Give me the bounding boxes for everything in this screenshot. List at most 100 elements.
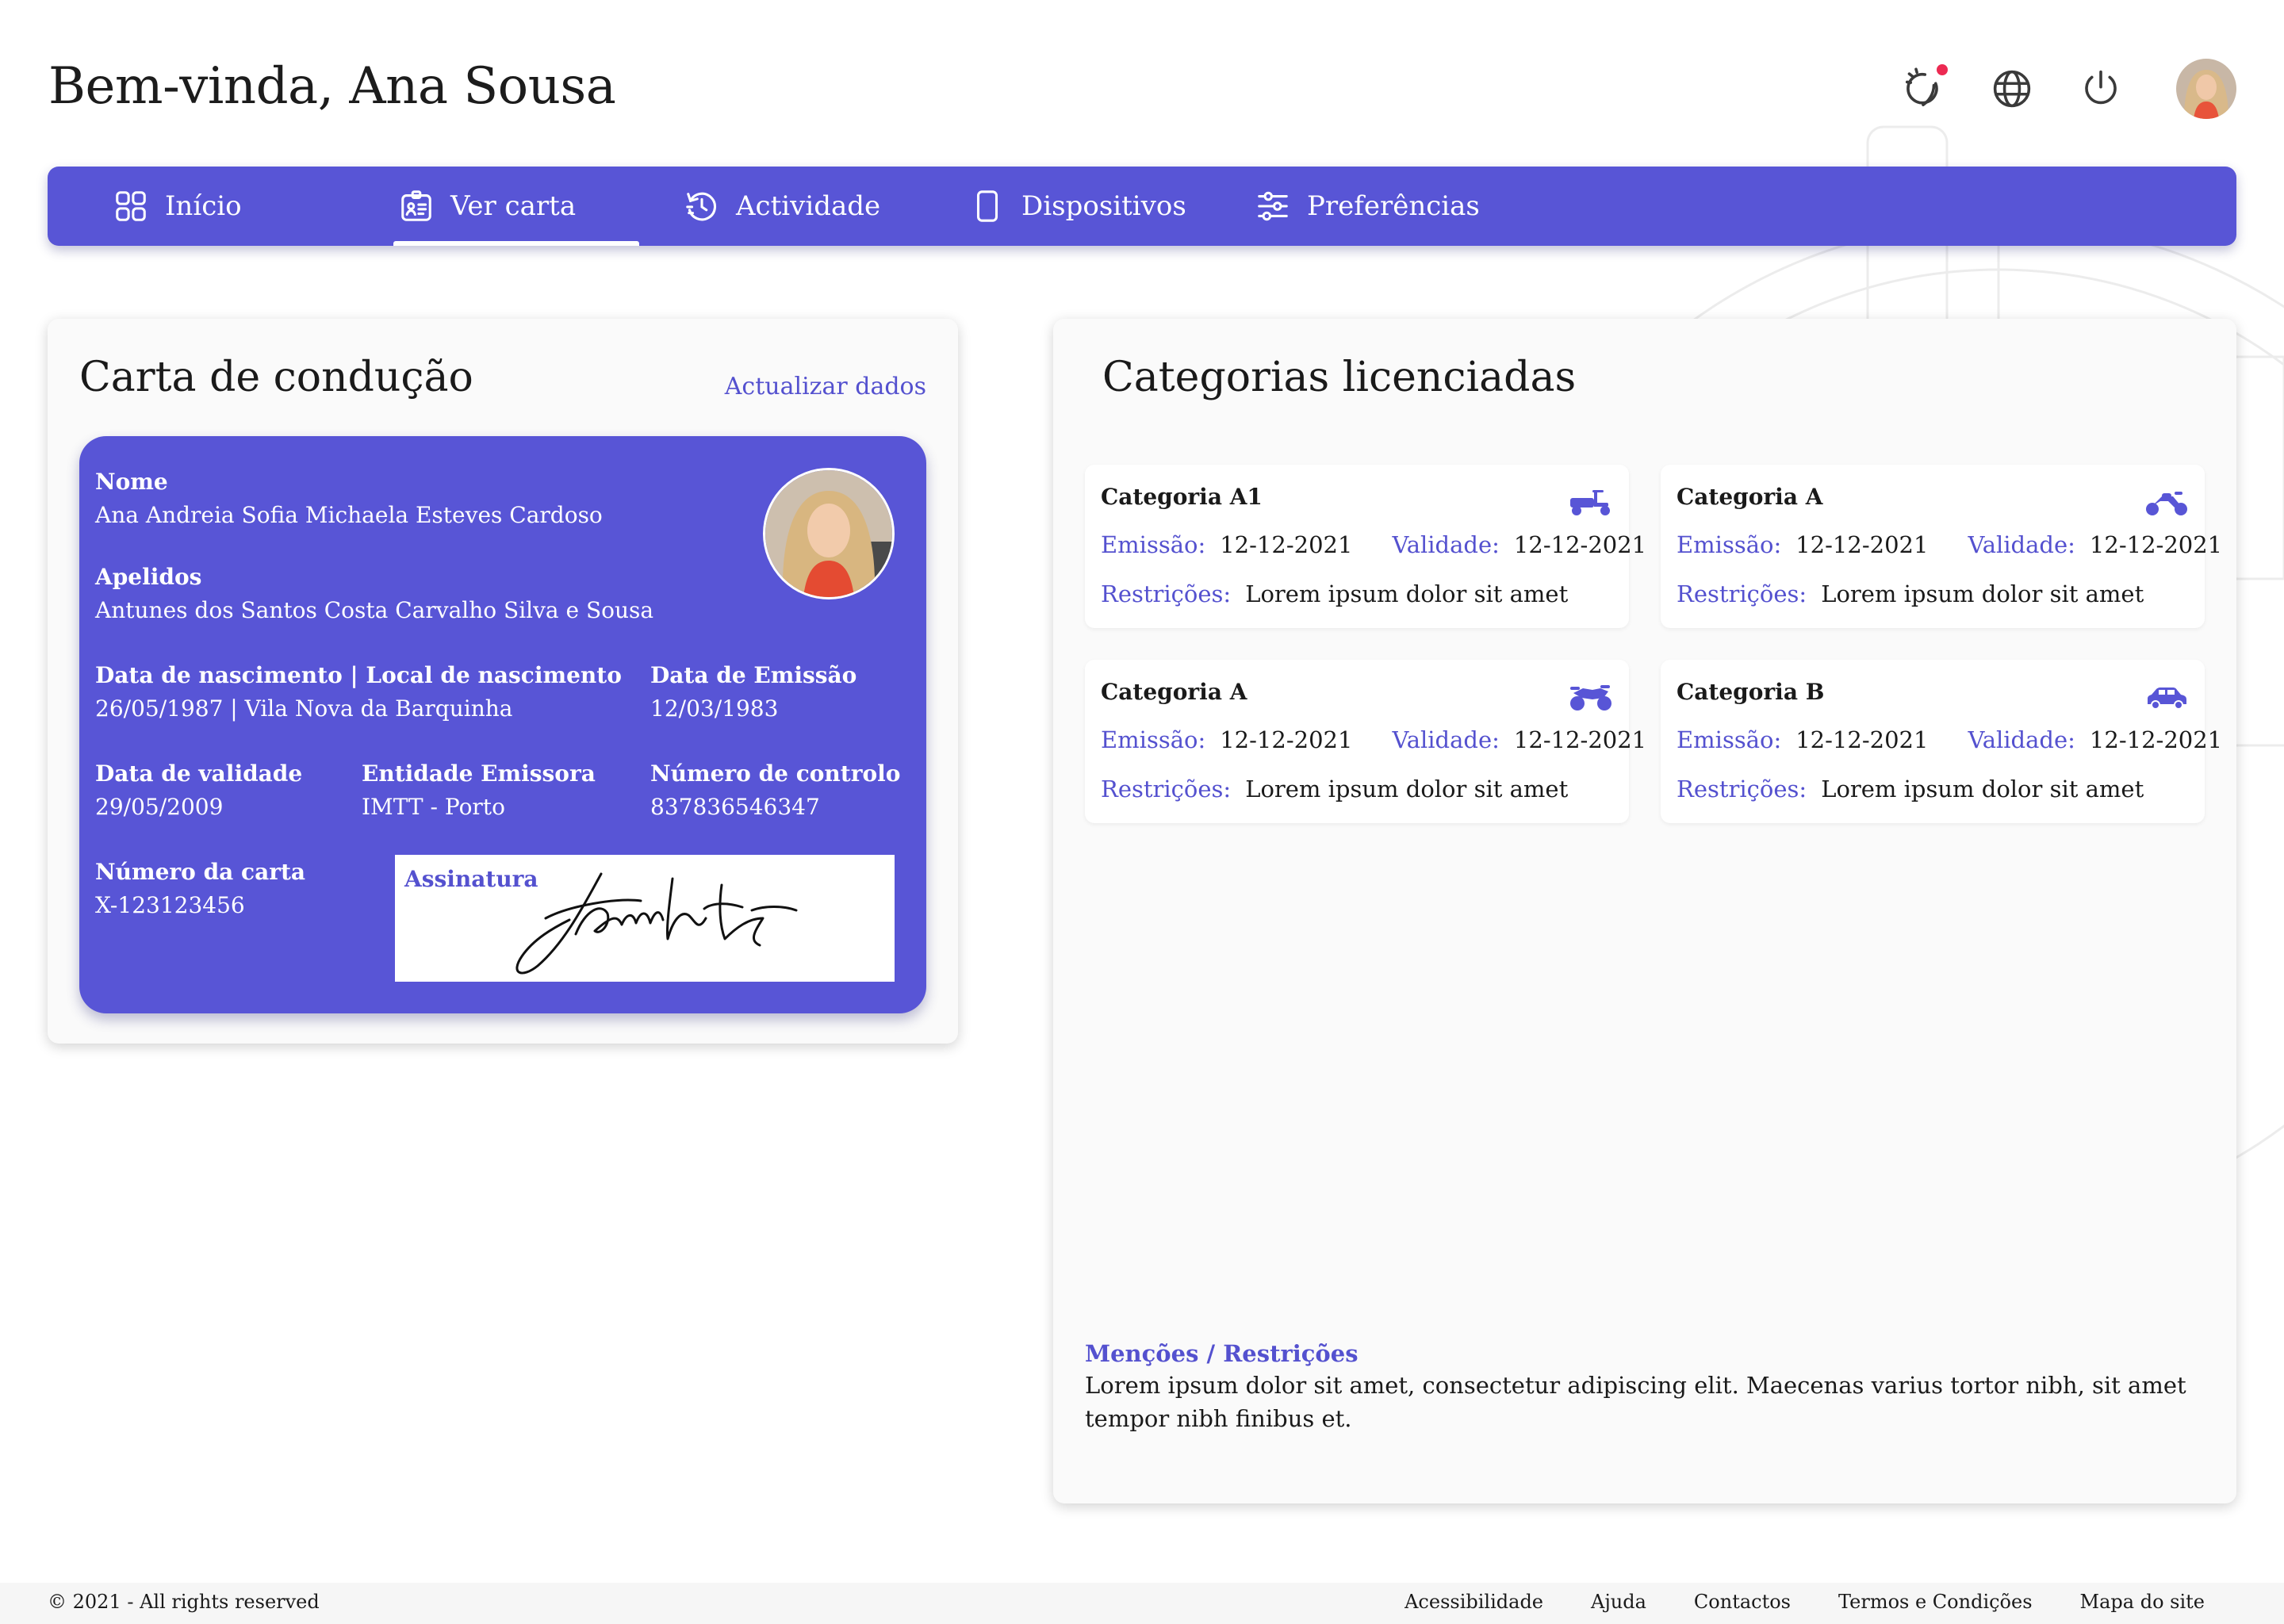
language-button[interactable] — [1989, 66, 2035, 112]
emissao-label: Emissão: — [1677, 531, 1782, 558]
category-restrictions: Restrições: Lorem ipsum dolor sit amet — [1101, 580, 1568, 607]
category-card[interactable]: Categoria A1 Emissão: 12-12-2021 Validade:… — [1085, 465, 1646, 628]
category-card[interactable]: Categoria A Emissão: 12-12-2021 Validade: 1… — [1085, 660, 1646, 823]
category-dates: Emissão: 12-12-2021 Validade: 12-12-2021 — [1101, 726, 1646, 753]
mentions-section: Menções / Restrições Lorem ipsum dolor s… — [1085, 1340, 2211, 1435]
emissao-label: Emissão: — [1101, 726, 1206, 753]
validade-value: 12-12-2021 — [2089, 726, 2223, 753]
restricoes-label: Restrições: — [1677, 776, 1807, 802]
category-dates: Emissão: 12-12-2021 Validade: 12-12-2021 — [1677, 531, 2222, 558]
signature-image — [515, 872, 798, 975]
field-value: IMTT - Porto — [362, 794, 505, 820]
categories-panel: Categorias licenciadas Categoria A1 Emis… — [1053, 319, 2236, 1503]
field-label: Nome — [95, 469, 168, 495]
restricoes-label: Restrições: — [1101, 776, 1232, 802]
footer-link-mapa-site[interactable]: Mapa do site — [2080, 1591, 2205, 1613]
validade-value: 12-12-2021 — [2089, 531, 2223, 558]
validade-value: 12-12-2021 — [1513, 726, 1647, 753]
footer-link-ajuda[interactable]: Ajuda — [1591, 1591, 1646, 1613]
field-label: Data de validade — [95, 760, 303, 787]
field-value: 12/03/1983 — [650, 695, 779, 722]
top-toolbar — [1900, 59, 2236, 119]
field-nascimento: Data de nascimento | Local de nascimento… — [95, 661, 622, 723]
power-icon — [2085, 70, 2117, 105]
field-label: Data de Emissão — [650, 662, 857, 688]
field-data-emissao: Data de Emissão 12/03/1983 — [650, 661, 856, 723]
theme-toggle-button[interactable] — [1900, 64, 1948, 112]
page-title: Bem-vinda, Ana Sousa — [48, 57, 616, 116]
categories-panel-title: Categorias licenciadas — [1102, 354, 1577, 401]
phone-icon — [976, 190, 998, 222]
motorbike-icon — [1570, 685, 1611, 710]
license-photo-image — [765, 470, 892, 597]
license-panel-title: Carta de condução — [79, 354, 473, 401]
notification-dot — [1937, 64, 1948, 75]
restricoes-value: Lorem ipsum dolor sit amet — [1821, 776, 2144, 802]
footer-link-acessibilidade[interactable]: Acessibilidade — [1405, 1591, 1543, 1613]
emissao-label: Emissão: — [1101, 531, 1206, 558]
signature-box: Assinatura — [395, 855, 895, 982]
emissao-value: 12-12-2021 — [1220, 726, 1353, 753]
emissao-value: 12-12-2021 — [1220, 531, 1353, 558]
footer-link-contactos[interactable]: Contactos — [1694, 1591, 1791, 1613]
sliders-icon — [1258, 191, 1288, 221]
field-value: 29/05/2009 — [95, 794, 224, 820]
footer-link-termos[interactable]: Termos e Condições — [1838, 1591, 2033, 1613]
globe-icon — [1993, 70, 2031, 108]
tab-dispositivos[interactable]: Dispositivos — [969, 167, 1186, 246]
tab-label: Ver carta — [450, 190, 577, 222]
category-restrictions: Restrições: Lorem ipsum dolor sit amet — [1677, 580, 2144, 607]
field-label: Entidade Emissora — [362, 760, 596, 787]
logout-button[interactable] — [2078, 66, 2124, 112]
tab-preferencias[interactable]: Preferências — [1255, 167, 1480, 246]
mentions-title: Menções / Restrições — [1085, 1340, 1359, 1367]
update-data-link[interactable]: Actualizar dados — [725, 373, 926, 400]
field-entidade-emissora: Entidade Emissora IMTT - Porto — [362, 760, 596, 822]
validade-label: Validade: — [1968, 726, 2075, 753]
validade-label: Validade: — [1392, 726, 1500, 753]
emissao-label: Emissão: — [1677, 726, 1782, 753]
restricoes-label: Restrições: — [1677, 580, 1807, 607]
category-card[interactable]: Categoria A Emissão: 12-12-2021 Validade: 1… — [1661, 465, 2222, 628]
category-card[interactable]: Categoria B Emissão: 12-12-2021 Validade: 1… — [1661, 660, 2222, 823]
tab-inicio[interactable]: Início — [113, 167, 242, 246]
field-nome: Nome Ana Andreia Sofia Michaela Esteves … — [95, 468, 603, 530]
license-card: Nome Ana Andreia Sofia Michaela Esteves … — [79, 436, 926, 1013]
tab-label: Início — [165, 190, 242, 222]
history-icon — [686, 192, 717, 221]
validade-label: Validade: — [1968, 531, 2075, 558]
field-label: Número da carta — [95, 859, 306, 885]
car-icon — [2148, 688, 2186, 710]
category-restrictions: Restrições: Lorem ipsum dolor sit amet — [1677, 776, 2144, 802]
tab-label: Dispositivos — [1021, 190, 1186, 222]
restricoes-label: Restrições: — [1101, 580, 1232, 607]
tab-label: Actividade — [736, 190, 881, 222]
field-value: 837836546347 — [650, 794, 820, 820]
restricoes-value: Lorem ipsum dolor sit amet — [1821, 580, 2144, 607]
field-value: Antunes dos Santos Costa Carvalho Silva … — [95, 597, 654, 623]
mentions-text: Lorem ipsum dolor sit amet, consectetur … — [1085, 1372, 2186, 1432]
field-numero-carta: Número da carta X-123123456 — [95, 858, 305, 920]
category-restrictions: Restrições: Lorem ipsum dolor sit amet — [1101, 776, 1568, 802]
restricoes-value: Lorem ipsum dolor sit amet — [1245, 580, 1569, 607]
category-title: Categoria A1 — [1101, 484, 1263, 510]
scooter-icon — [1570, 490, 1610, 515]
field-value: X-123123456 — [95, 892, 245, 918]
category-title: Categoria B — [1677, 679, 1825, 705]
category-dates: Emissão: 12-12-2021 Validade: 12-12-2021 — [1677, 726, 2222, 753]
license-photo — [763, 468, 895, 599]
tab-ver-carta[interactable]: Ver carta — [393, 167, 640, 246]
motorcycle-icon — [2146, 492, 2187, 515]
field-value: Ana Andreia Sofia Michaela Esteves Cardo… — [95, 502, 603, 528]
id-card-icon — [401, 190, 431, 221]
field-apelidos: Apelidos Antunes dos Santos Costa Carval… — [95, 563, 653, 625]
tab-actividade[interactable]: Actividade — [684, 167, 880, 246]
tab-label: Preferências — [1307, 190, 1480, 222]
field-data-validade: Data de validade 29/05/2009 — [95, 760, 302, 822]
category-dates: Emissão: 12-12-2021 Validade: 12-12-2021 — [1101, 531, 1646, 558]
field-label: Número de controlo — [650, 760, 901, 787]
footer: © 2021 - All rights reserved Acessibilid… — [0, 1583, 2284, 1624]
category-title: Categoria A — [1677, 484, 1823, 510]
avatar[interactable] — [2176, 59, 2236, 119]
main-navigation: Início Ver carta Actividade Dispositivos — [48, 167, 2236, 246]
